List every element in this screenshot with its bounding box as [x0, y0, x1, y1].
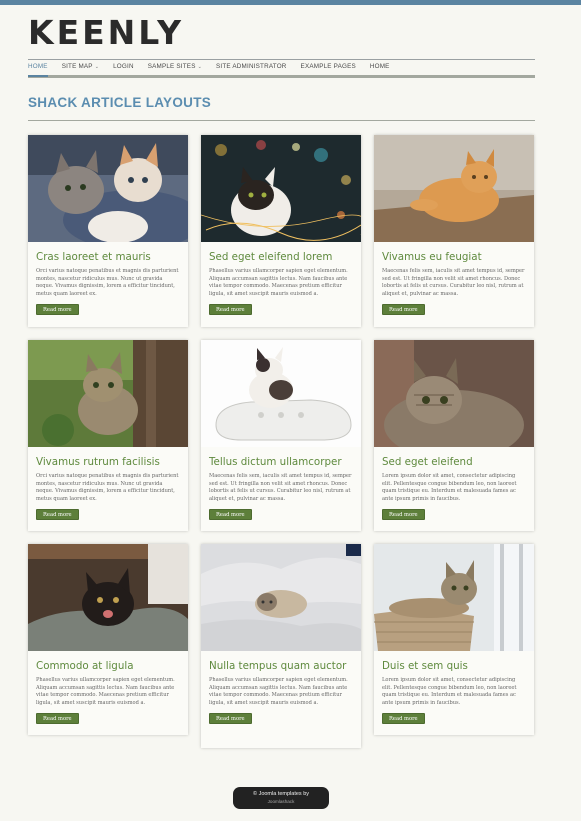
page-title: SHACK ARTICLE LAYOUTS — [28, 95, 212, 110]
nav-item-site-map[interactable]: SITE MAP ⌄ — [55, 60, 106, 75]
article-image[interactable] — [28, 135, 188, 242]
read-more-button[interactable]: Read more — [36, 304, 79, 315]
tabby-tree-photo — [28, 340, 188, 447]
black-kitten-photo — [28, 544, 188, 651]
article-excerpt: Lorem ipsum dolor sit amet, consectetur … — [382, 677, 517, 706]
read-more-button[interactable]: Read more — [36, 713, 79, 724]
read-more-button[interactable]: Read more — [209, 304, 252, 315]
nav-label: SAMPLE SITES — [147, 63, 196, 70]
article-excerpt: Lorem ipsum dolor sit amet, consectetur … — [382, 473, 517, 502]
article-card: Commodo at ligula Phasellus varius ullam… — [28, 544, 188, 735]
nav-item-home[interactable]: HOME — [28, 60, 55, 77]
nav-item-login[interactable]: LOGIN — [106, 60, 141, 75]
read-more-button[interactable]: Read more — [209, 509, 252, 520]
divider — [28, 120, 535, 121]
article-image[interactable] — [201, 544, 361, 651]
read-more-button[interactable]: Read more — [36, 509, 79, 520]
chevron-down-icon: ⌄ — [197, 64, 202, 70]
nav-label: SITE MAP — [61, 63, 93, 70]
read-more-button[interactable]: Read more — [382, 509, 425, 520]
article-image[interactable] — [374, 135, 534, 242]
nav-item-home-2[interactable]: HOME — [363, 60, 397, 75]
article-image[interactable] — [374, 544, 534, 651]
footer-credit-badge[interactable]: © Joomla templates by Joomlashack — [233, 787, 329, 809]
site-logo[interactable]: KEENLY — [28, 13, 184, 53]
article-title[interactable]: Cras laoreet et mauris — [28, 242, 188, 264]
kitten-shoe-photo — [201, 340, 361, 447]
article-card: Sed eget eleifend Lorem ipsum dolor sit … — [374, 340, 534, 531]
kittens-photo — [28, 135, 188, 242]
nav-item-site-administrator[interactable]: SITE ADMINISTRATOR — [209, 60, 294, 75]
nav-item-example-pages[interactable]: EXAMPLE PAGES — [294, 60, 363, 75]
article-card: Vivamus eu feugiat Maecenas felis sem, i… — [374, 135, 534, 327]
article-excerpt: Orci varius natoque penatibus et magnis … — [36, 268, 179, 297]
cat-blanket-photo — [201, 544, 361, 651]
top-accent-bar — [0, 0, 581, 5]
article-title[interactable]: Vivamus rutrum facilisis — [28, 447, 188, 469]
read-more-button[interactable]: Read more — [209, 713, 252, 724]
article-excerpt: Maecenas felis sem, iaculis sit amet tem… — [209, 473, 352, 502]
article-excerpt: Phasellus varius ullamcorper sapien eget… — [209, 268, 348, 297]
footer-credit-text: © Joomla templates by — [252, 791, 310, 797]
article-image[interactable] — [201, 340, 361, 447]
article-title[interactable]: Nulla tempus quam auctor — [201, 651, 361, 673]
article-title[interactable]: Tellus dictum ullamcorper — [201, 447, 361, 469]
nav-item-sample-sites[interactable]: SAMPLE SITES ⌄ — [141, 60, 209, 75]
article-excerpt: Orci varius natoque penatibus et magnis … — [36, 473, 179, 502]
tabby-closeup-photo — [374, 340, 534, 447]
article-card: Cras laoreet et mauris Orci varius natoq… — [28, 135, 188, 327]
main-nav: HOME SITE MAP ⌄ LOGIN SAMPLE SITES ⌄ SITE … — [28, 59, 535, 78]
footer-credit-brand: Joomlashack — [267, 799, 295, 804]
article-title[interactable]: Sed eget eleifend — [374, 447, 534, 469]
article-image[interactable] — [28, 340, 188, 447]
article-title[interactable]: Vivamus eu feugiat — [374, 242, 534, 264]
article-excerpt: Phasellus varius ullamcorper sapien eget… — [209, 677, 348, 706]
article-excerpt: Maecenas felis sem, iaculis sit amet tem… — [382, 268, 525, 297]
article-card: Tellus dictum ullamcorper Maecenas felis… — [201, 340, 361, 531]
article-card: Nulla tempus quam auctor Phasellus variu… — [201, 544, 361, 748]
article-title[interactable]: Commodo at ligula — [28, 651, 188, 673]
article-card: Sed eget eleifend lorem Phasellus varius… — [201, 135, 361, 327]
read-more-button[interactable]: Read more — [382, 713, 425, 724]
kitten-lights-photo — [201, 135, 361, 242]
article-title[interactable]: Duis et sem quis — [374, 651, 534, 673]
chevron-down-icon: ⌄ — [94, 64, 100, 70]
article-image[interactable] — [201, 135, 361, 242]
article-card: Duis et sem quis Lorem ipsum dolor sit a… — [374, 544, 534, 735]
article-image[interactable] — [374, 340, 534, 447]
article-image[interactable] — [28, 544, 188, 651]
article-title[interactable]: Sed eget eleifend lorem — [201, 242, 361, 264]
read-more-button[interactable]: Read more — [382, 304, 425, 315]
orange-cat-photo — [374, 135, 534, 242]
article-card: Vivamus rutrum facilisis Orci varius nat… — [28, 340, 188, 531]
cat-basket-photo — [374, 544, 534, 651]
article-excerpt: Phasellus varius ullamcorper sapien eget… — [36, 677, 175, 706]
